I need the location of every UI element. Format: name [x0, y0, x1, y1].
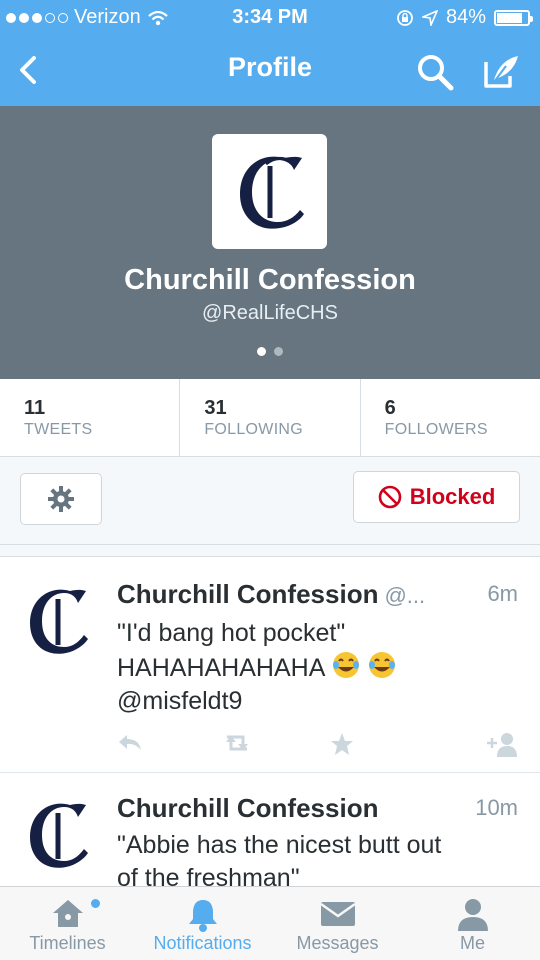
- stat-following[interactable]: 31 FOLLOWING: [180, 379, 361, 456]
- battery-percent: 84%: [445, 6, 486, 28]
- compose-icon[interactable]: [480, 52, 522, 92]
- tab-label: Me: [459, 933, 485, 953]
- profile-header: Churchill Confession @RealLifeCHS: [0, 106, 540, 379]
- tweet[interactable]: Churchill Confession 10m "Abbie has the …: [0, 773, 540, 886]
- tweet-text-line: HAHAHAHAHAHA: [117, 650, 522, 685]
- blocked-icon: [378, 485, 402, 509]
- page-title: Profile: [227, 52, 313, 82]
- tweet-avatar[interactable]: [18, 795, 98, 875]
- stat-followers[interactable]: 6 FOLLOWERS: [361, 379, 540, 456]
- follow-user-icon[interactable]: [485, 731, 521, 757]
- rotation-lock-icon: [397, 9, 413, 26]
- person-icon: [457, 899, 488, 931]
- tweet[interactable]: Churchill Confession @... 6m "I'd bang ho…: [0, 557, 540, 773]
- blocked-button[interactable]: Blocked: [353, 471, 520, 523]
- tweet-text-line: "Abbie has the nicest butt out: [117, 831, 442, 859]
- tweet-actions: [117, 731, 522, 761]
- profile-name: Churchill Confession: [124, 264, 416, 296]
- status-bar: Verizon 3:34 PM 84%: [0, 6, 540, 32]
- retweet-icon[interactable]: [221, 731, 253, 755]
- tweet-time: 6m: [487, 581, 518, 606]
- stat-count: 31: [204, 397, 227, 419]
- profile-handle: @RealLifeCHS: [202, 302, 338, 324]
- tweet-text-line: "I'd bang hot pocket": [117, 619, 346, 647]
- bell-icon: [188, 900, 217, 932]
- tweet-mention[interactable]: @misfeldt9: [117, 685, 522, 718]
- tweet-text: "I'd bang hot pocket" HAHAHAHAHAHA @misf…: [117, 617, 522, 718]
- stat-count: 11: [24, 397, 46, 419]
- tweet-text-span: HAHAHAHAHAHA: [117, 654, 326, 682]
- stat-label: FOLLOWERS: [384, 421, 488, 438]
- envelope-icon: [319, 902, 356, 926]
- profile-stats: 11 TWEETS 31 FOLLOWING 6 FOLLOWERS: [0, 379, 540, 457]
- new-content-dot: [91, 899, 100, 908]
- tweet-author-handle: @...: [384, 583, 426, 608]
- tab-notifications[interactable]: Notifications: [135, 887, 270, 960]
- home-icon: [52, 900, 83, 927]
- tweet-author: Churchill Confession @...: [117, 579, 425, 610]
- stat-label: FOLLOWING: [204, 421, 304, 438]
- tab-label: Notifications: [153, 933, 252, 953]
- tab-label: Timelines: [29, 933, 106, 953]
- profile-actions: Blocked: [0, 457, 540, 545]
- gear-icon: [48, 486, 74, 512]
- tweet-text: "Abbie has the nicest butt out of the fr…: [117, 829, 522, 886]
- favorite-star-icon[interactable]: [329, 731, 355, 757]
- blocked-label: Blocked: [409, 484, 496, 509]
- tweet-feed[interactable]: Churchill Confession @... 6m "I'd bang ho…: [0, 556, 540, 886]
- tweet-time: 10m: [475, 795, 518, 820]
- tab-me[interactable]: Me: [405, 887, 540, 960]
- tab-label: Messages: [296, 933, 379, 953]
- reply-icon[interactable]: [117, 731, 143, 755]
- stat-label: TWEETS: [24, 421, 93, 438]
- location-icon: [421, 9, 438, 26]
- top-bar: Verizon 3:34 PM 84% Profile: [0, 0, 540, 106]
- tab-bar: Timelines Notifications Messages Me: [0, 886, 540, 960]
- stat-count: 6: [384, 397, 396, 419]
- tears-of-joy-emoji-icon: [333, 652, 360, 678]
- battery-icon: [494, 9, 533, 26]
- tweet-avatar[interactable]: [18, 581, 98, 661]
- tweet-author-name: Churchill Confession: [117, 579, 379, 609]
- search-icon[interactable]: [415, 52, 455, 92]
- tweet-text-line: of the freshman": [117, 864, 300, 886]
- tweet-author-name: Churchill Confession: [117, 793, 379, 823]
- stat-tweets[interactable]: 11 TWEETS: [0, 379, 181, 456]
- tears-of-joy-emoji-icon: [369, 652, 396, 678]
- page-indicator[interactable]: [0, 347, 540, 356]
- tab-timelines[interactable]: Timelines: [0, 887, 135, 960]
- churchill-logo-icon: [239, 156, 304, 229]
- settings-button[interactable]: [20, 473, 102, 525]
- profile-avatar[interactable]: [212, 134, 327, 249]
- tab-messages[interactable]: Messages: [270, 887, 405, 960]
